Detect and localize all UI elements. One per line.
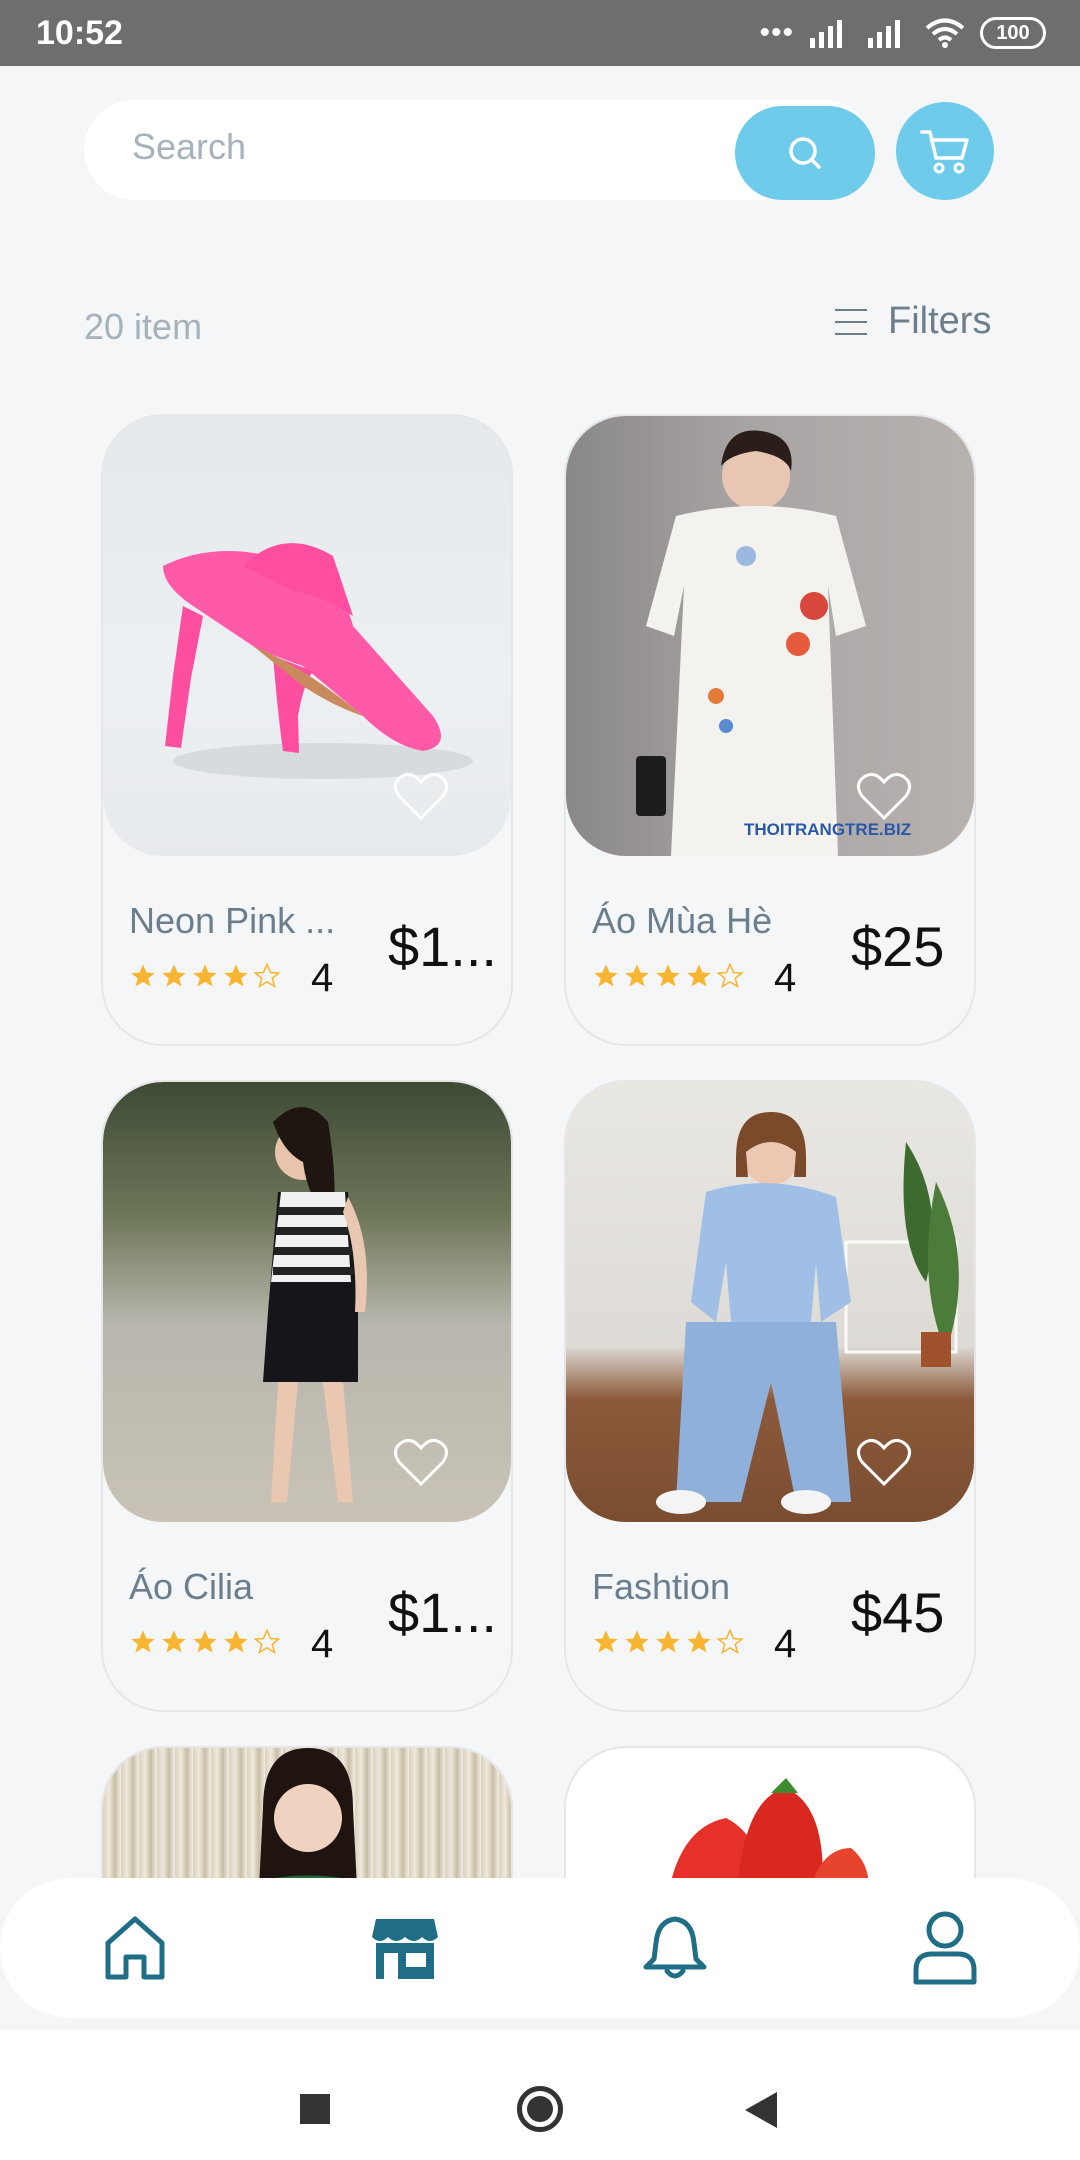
favorite-heart-icon[interactable]	[393, 772, 449, 822]
star-empty-icon	[716, 962, 744, 989]
product-price: $1...	[388, 915, 497, 978]
recent-apps-button[interactable]	[300, 2094, 330, 2124]
store-icon	[372, 1919, 438, 1979]
product-name: Fashtion	[592, 1566, 731, 1607]
rating-value: 4	[311, 1622, 334, 1666]
nav-profile[interactable]	[895, 1898, 995, 1998]
search-placeholder: Search	[132, 126, 247, 167]
rating-stars	[592, 1628, 744, 1656]
star-filled-icon	[162, 964, 186, 987]
rating-value: 4	[311, 956, 334, 1000]
star-empty-icon	[253, 962, 281, 989]
product-card[interactable]: Fashtion $45 4	[564, 1080, 976, 1712]
product-name: Áo Mùa Hè	[592, 900, 773, 941]
product-card[interactable]: Áo Cilia $1... 4	[101, 1080, 513, 1712]
item-count: 20 item	[84, 306, 203, 347]
status-time: 10:52	[36, 14, 123, 52]
home-button[interactable]	[517, 2086, 563, 2132]
star-filled-icon	[162, 1630, 186, 1653]
wifi-icon	[925, 18, 965, 48]
star-filled-icon	[224, 1630, 248, 1653]
cart-button[interactable]	[896, 102, 994, 200]
star-filled-icon	[193, 964, 217, 987]
rating-stars	[129, 962, 281, 990]
product-image: THOITRANGTRE.BIZ	[566, 416, 974, 856]
nav-store[interactable]	[355, 1898, 455, 1998]
star-filled-icon	[687, 964, 711, 987]
product-name: Neon Pink ...	[129, 900, 336, 941]
status-bar: 10:52 ••• 100	[0, 0, 1080, 66]
home-button-dot-icon	[527, 2096, 553, 2122]
search-icon	[789, 137, 821, 169]
star-filled-icon	[594, 1630, 618, 1653]
star-filled-icon	[594, 964, 618, 987]
product-image	[566, 1082, 974, 1522]
bell-icon	[643, 1916, 707, 1979]
signal-icon	[810, 20, 842, 48]
product-price: $1...	[388, 1581, 497, 1644]
product-price: $45	[851, 1581, 945, 1644]
star-filled-icon	[625, 964, 649, 987]
nav-home[interactable]	[85, 1898, 185, 1998]
product-watermark: THOITRANGTRE.BIZ	[744, 820, 912, 839]
product-image	[103, 1082, 511, 1522]
filter-icon	[835, 308, 867, 335]
product-image	[103, 416, 511, 856]
battery-icon: 100	[980, 17, 1046, 49]
star-empty-icon	[716, 1628, 744, 1655]
star-filled-icon	[625, 1630, 649, 1653]
rating-stars	[129, 1628, 281, 1656]
search-button[interactable]	[735, 106, 875, 200]
home-icon	[105, 1916, 165, 1980]
nav-notifications[interactable]	[625, 1898, 725, 1998]
rating-stars	[592, 962, 744, 990]
favorite-heart-icon[interactable]	[393, 1438, 449, 1488]
filters-label: Filters	[888, 300, 992, 342]
star-filled-icon	[224, 964, 248, 987]
battery-level: 100	[996, 21, 1030, 44]
user-icon	[913, 1911, 977, 1985]
filters-button[interactable]: Filters	[834, 300, 991, 343]
star-filled-icon	[656, 1630, 680, 1653]
star-filled-icon	[687, 1630, 711, 1653]
back-button[interactable]	[745, 2092, 777, 2128]
product-price: $25	[851, 915, 945, 978]
favorite-heart-icon[interactable]	[856, 772, 912, 822]
star-filled-icon	[131, 1630, 155, 1653]
star-empty-icon	[253, 1628, 281, 1655]
star-filled-icon	[131, 964, 155, 987]
rating-value: 4	[774, 1622, 797, 1666]
bottom-navigation	[0, 1878, 1080, 2018]
product-card[interactable]: Neon Pink ... $1... 4	[101, 414, 513, 1046]
star-filled-icon	[656, 964, 680, 987]
rating-value: 4	[774, 956, 797, 1000]
favorite-heart-icon[interactable]	[856, 1438, 912, 1488]
star-filled-icon	[193, 1630, 217, 1653]
product-name: Áo Cilia	[129, 1566, 254, 1607]
cart-icon	[920, 130, 969, 174]
notification-dots-icon: •••	[759, 16, 794, 49]
product-card[interactable]: THOITRANGTRE.BIZ Áo Mùa Hè $25 4	[564, 414, 976, 1046]
signal-icon-2	[868, 20, 900, 48]
system-navigation-bar	[0, 2030, 1080, 2160]
